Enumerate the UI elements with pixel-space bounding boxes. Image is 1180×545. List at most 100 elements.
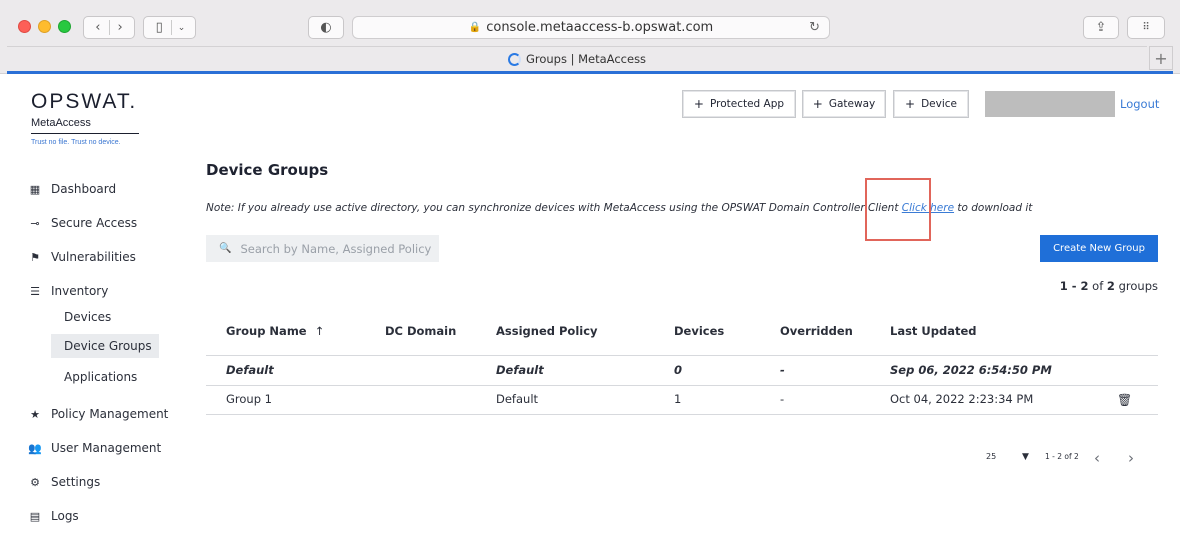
column-header-last-updated[interactable]: Last Updated — [890, 324, 977, 338]
chevron-right-icon[interactable]: › — [1128, 449, 1134, 467]
key-icon: ⊸ — [30, 216, 40, 230]
opswat-logo[interactable]: OPSWAT. — [31, 90, 137, 114]
sidebar-item-label: Vulnerabilities — [51, 250, 136, 264]
cell-assigned-policy: Default — [496, 363, 544, 377]
tab-overview-button[interactable]: ⠿ — [1127, 16, 1165, 39]
page-size-value[interactable]: 25 — [986, 452, 996, 461]
note-text: Note: If you already use active director… — [206, 202, 899, 214]
cell-devices: 1 — [674, 392, 682, 406]
lock-icon: 🔒 — [468, 22, 482, 33]
reload-icon[interactable]: ↻ — [809, 20, 820, 35]
sidebar-item-policy-management[interactable]: ★ Policy Management — [29, 407, 168, 421]
clipboard-icon: ▤ — [29, 509, 41, 523]
button-label: Protected App — [709, 98, 785, 110]
search-input[interactable]: 🔍 Search by Name, Assigned Policy — [206, 235, 439, 262]
sort-up-icon[interactable]: ↑ — [315, 324, 325, 338]
sidebar-subitem-device-groups[interactable]: Device Groups — [51, 334, 159, 358]
sidebar-item-label: Secure Access — [51, 216, 138, 230]
shield-icon: ◐ — [320, 20, 332, 35]
sidebar-item-user-management[interactable]: 👥 User Management — [28, 441, 162, 455]
sidebar-item-label: Inventory — [51, 284, 109, 298]
product-name: MetaAccess — [31, 117, 91, 129]
sidebar-item-dashboard[interactable]: ▦ Dashboard — [29, 182, 116, 196]
page-load-progress — [7, 71, 1173, 74]
add-protected-app-button[interactable]: + Protected App — [682, 90, 796, 118]
column-header-assigned-policy[interactable]: Assigned Policy — [496, 324, 598, 338]
sidebar-item-label: Logs — [51, 509, 79, 523]
highlight-box — [865, 178, 931, 241]
sidebar-item-label: User Management — [51, 441, 162, 455]
note-suffix: to download it — [957, 202, 1033, 214]
minimize-window-button[interactable] — [38, 20, 51, 33]
close-window-button[interactable] — [18, 20, 31, 33]
add-gateway-button[interactable]: + Gateway — [802, 90, 886, 118]
sidebar-item-settings[interactable]: ⚙ Settings — [29, 475, 100, 489]
create-new-group-button[interactable]: Create New Group — [1040, 235, 1158, 262]
browser-tab[interactable]: Groups | MetaAccess — [7, 46, 1147, 71]
chevron-down-icon: ⌄ — [177, 22, 186, 33]
sidebar-subitem-devices[interactable]: Devices — [64, 310, 111, 324]
loading-spinner-icon — [507, 52, 521, 66]
user-account-redacted[interactable] — [985, 91, 1115, 117]
back-icon[interactable]: ‹ — [87, 20, 110, 35]
sidebar-item-label: Policy Management — [51, 407, 169, 421]
column-header-devices[interactable]: Devices — [674, 324, 724, 338]
search-placeholder: Search by Name, Assigned Policy — [240, 241, 432, 256]
list-icon: ☰ — [30, 284, 40, 298]
count-unit: groups — [1118, 279, 1158, 293]
chevron-left-icon[interactable]: ‹ — [1094, 449, 1100, 467]
address-bar[interactable]: 🔒 console.metaaccess-b.opswat.com ↻ — [352, 16, 830, 39]
row-divider — [206, 414, 1158, 415]
column-header-group-name[interactable]: Group Name ↑ — [226, 324, 324, 338]
cell-overridden: - — [780, 363, 785, 377]
pagination-range: 1 - 2 of 2 — [1045, 452, 1079, 461]
column-header-overridden[interactable]: Overridden — [780, 324, 853, 338]
cell-last-updated: Sep 06, 2022 6:54:50 PM — [890, 363, 1052, 377]
page-title: Device Groups — [206, 161, 329, 179]
count-of: of — [1092, 279, 1104, 293]
column-header-dc-domain[interactable]: DC Domain — [385, 324, 456, 338]
back-forward-buttons[interactable]: ‹ › — [83, 16, 135, 39]
cell-overridden: - — [780, 392, 785, 406]
sidebar-subitem-applications[interactable]: Applications — [64, 370, 137, 384]
button-label: Device — [921, 98, 957, 110]
table-header-divider — [206, 355, 1158, 356]
zoom-window-button[interactable] — [58, 20, 71, 33]
browser-chrome: ‹ › ▯ ⌄ ◐ 🔒 console.metaaccess-b.opswat.… — [0, 0, 1180, 74]
add-device-button[interactable]: + Device — [893, 90, 969, 118]
plus-icon: + — [1154, 48, 1168, 68]
trash-icon[interactable]: 🗑 — [1117, 393, 1132, 407]
share-icon: ⇪ — [1095, 20, 1107, 35]
search-icon: 🔍 — [219, 243, 232, 254]
forward-icon[interactable]: › — [110, 20, 131, 35]
caret-down-icon[interactable]: ▼ — [1022, 452, 1029, 462]
cell-devices: 0 — [674, 363, 683, 377]
cell-assigned-policy: Default — [496, 392, 539, 406]
sidebar-item-secure-access[interactable]: ⊸ Secure Access — [29, 216, 137, 230]
count-range: 1 - 2 — [1059, 279, 1089, 293]
button-label: Gateway — [828, 98, 876, 110]
sidebar-item-inventory[interactable]: ☰ Inventory — [29, 284, 108, 298]
cell-group-name[interactable]: Group 1 — [226, 392, 272, 406]
sidebar-item-label: Dashboard — [51, 182, 117, 196]
plus-icon: + — [812, 97, 823, 111]
new-tab-button[interactable]: + — [1149, 46, 1173, 70]
sidebar-item-vulnerabilities[interactable]: ⚑ Vulnerabilities — [29, 250, 136, 264]
cell-last-updated: Oct 04, 2022 2:23:34 PM — [890, 392, 1034, 406]
logo-divider — [31, 133, 139, 134]
privacy-shield-button[interactable]: ◐ — [308, 16, 344, 39]
grid-icon: ▦ — [29, 182, 41, 196]
sidebar-toggle-button[interactable]: ▯ ⌄ — [143, 16, 196, 39]
tagline: Trust no file. Trust no device. — [31, 139, 121, 146]
logout-link[interactable]: Logout — [1120, 97, 1159, 111]
gear-icon: ⚙ — [30, 475, 40, 489]
count-total: 2 — [1106, 279, 1115, 293]
sidebar-icon: ▯ — [148, 20, 172, 35]
cell-group-name[interactable]: Default — [226, 363, 274, 377]
plus-icon: + — [905, 97, 916, 111]
plus-icon: + — [693, 97, 704, 111]
users-icon: 👥 — [28, 441, 42, 455]
group-count: 1 - 2 of 2 groups — [1060, 279, 1158, 293]
sidebar-item-logs[interactable]: ▤ Logs — [29, 509, 79, 523]
share-button[interactable]: ⇪ — [1083, 16, 1119, 39]
